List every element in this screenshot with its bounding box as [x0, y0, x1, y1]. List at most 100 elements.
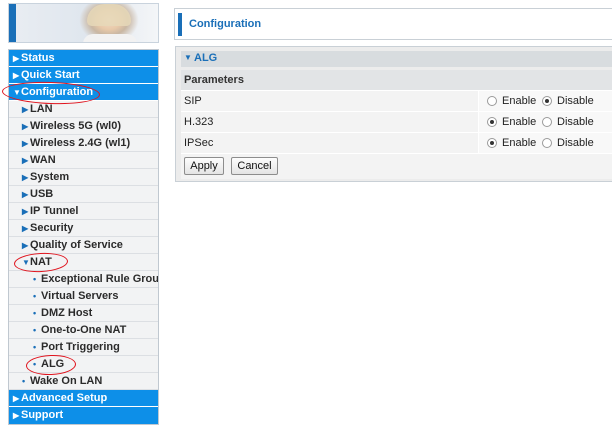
ipsec-enable-radio[interactable] — [487, 138, 497, 148]
sidebar-item-label: Status — [21, 52, 55, 64]
sidebar-item-wake-on-lan[interactable]: • Wake On LAN — [9, 373, 158, 390]
sip-disable-radio[interactable] — [542, 96, 552, 106]
sidebar-item-label: USB — [30, 188, 54, 200]
caret-right-icon: ▶ — [22, 190, 29, 199]
sidebar-item-wan[interactable]: ▶ WAN — [9, 152, 158, 169]
sidebar-item-label: Support — [21, 409, 64, 421]
sidebar-item-system[interactable]: ▶ System — [9, 169, 158, 186]
caret-right-icon: ▶ — [13, 394, 20, 403]
banner-photo-hair — [87, 4, 131, 26]
ipsec-disable-radio[interactable] — [542, 138, 552, 148]
sidebar-item-port-triggering[interactable]: • Port Triggering — [9, 339, 158, 356]
radio-label-disable: Disable — [557, 137, 594, 149]
sidebar-item-wireless-5g[interactable]: ▶ Wireless 5G (wl0) — [9, 118, 158, 135]
row-label: SIP — [184, 95, 202, 107]
sidebar-menu: ▶ Status ▶ Quick Start ▼Configuration ▶ LAN… — [8, 49, 159, 425]
sidebar-item-label: Quick Start — [21, 69, 80, 81]
sidebar-item-label: Virtual Servers — [41, 290, 119, 302]
alg-panel: ▼ ALG Parameters SIP Enable Disable H.32… — [175, 46, 612, 182]
radio-group-h323: Enable Disable — [478, 112, 612, 132]
radio-label-disable: Disable — [557, 95, 594, 107]
sidebar-item-label: System — [30, 171, 70, 183]
sidebar-item-advanced-setup[interactable]: ▶ Advanced Setup — [9, 390, 158, 407]
table-row-h323: H.323 Enable Disable — [181, 112, 612, 133]
caret-right-icon: ▶ — [22, 173, 29, 182]
brand-banner — [8, 3, 159, 43]
title-accent-bar — [178, 13, 182, 36]
banner-photo-shirt — [83, 34, 137, 42]
sidebar-item-wireless-24g[interactable]: ▶ Wireless 2.4G (wl1) — [9, 135, 158, 152]
radio-label-enable: Enable — [502, 116, 537, 128]
sidebar-item-label: Security — [30, 222, 74, 234]
sidebar-item-label: WAN — [30, 154, 56, 166]
caret-down-icon: ▼ — [13, 88, 21, 97]
caret-right-icon: ▶ — [22, 156, 29, 165]
bullet-icon: • — [33, 291, 37, 301]
bullet-icon: • — [22, 376, 26, 386]
bullet-icon: • — [33, 325, 37, 335]
radio-group-sip: Enable Disable — [478, 91, 612, 111]
sidebar-item-usb[interactable]: ▶ USB — [9, 186, 158, 203]
sidebar-item-label: Port Triggering — [41, 341, 120, 353]
caret-right-icon: ▶ — [22, 224, 29, 233]
h323-disable-radio[interactable] — [542, 117, 552, 127]
table-header-row: Parameters — [181, 70, 612, 91]
sidebar-item-label: DMZ Host — [41, 307, 93, 319]
bullet-icon: • — [33, 308, 37, 318]
h323-enable-radio[interactable] — [487, 117, 497, 127]
alg-table: Parameters SIP Enable Disable H.323 Enab… — [181, 70, 612, 154]
sidebar-item-lan[interactable]: ▶ LAN — [9, 101, 158, 118]
sidebar-item-support[interactable]: ▶ Support — [9, 407, 158, 424]
sidebar-item-virtual-servers[interactable]: • Virtual Servers — [9, 288, 158, 305]
bullet-icon: • — [33, 274, 37, 284]
caret-right-icon: ▶ — [22, 139, 29, 148]
alg-section-header[interactable]: ▼ ALG — [181, 51, 612, 67]
caret-right-icon: ▶ — [22, 105, 29, 114]
bullet-icon: • — [33, 359, 37, 369]
caret-right-icon: ▶ — [22, 207, 29, 216]
sidebar-item-label: NAT — [30, 256, 52, 268]
sidebar-item-one-to-one-nat[interactable]: • One-to-One NAT — [9, 322, 158, 339]
sidebar-item-label: ALG — [41, 358, 65, 370]
sip-enable-radio[interactable] — [487, 96, 497, 106]
button-row: Apply Cancel — [181, 154, 612, 179]
radio-group-ipsec: Enable Disable — [478, 133, 612, 153]
sidebar-item-label: Wireless 5G (wl0) — [30, 120, 121, 132]
sidebar-item-label: Advanced Setup — [21, 392, 108, 404]
caret-right-icon: ▶ — [22, 122, 29, 131]
row-label: IPSec — [184, 137, 214, 149]
bullet-icon: • — [33, 342, 37, 352]
radio-label-enable: Enable — [502, 137, 537, 149]
sidebar-item-exceptional-rule-group[interactable]: • Exceptional Rule Group — [9, 271, 158, 288]
page-title: Configuration — [189, 18, 262, 30]
caret-down-icon: ▼ — [22, 258, 30, 267]
sidebar-item-status[interactable]: ▶ Status — [9, 50, 158, 67]
sidebar-item-label: One-to-One NAT — [41, 324, 127, 336]
sidebar-item-label: Wake On LAN — [30, 375, 103, 387]
radio-label-disable: Disable — [557, 116, 594, 128]
caret-right-icon: ▶ — [13, 411, 20, 420]
sidebar-item-configuration[interactable]: ▼Configuration — [9, 84, 158, 101]
sidebar-item-label: IP Tunnel — [30, 205, 79, 217]
sidebar-item-ip-tunnel[interactable]: ▶ IP Tunnel — [9, 203, 158, 220]
sidebar-item-dmz-host[interactable]: • DMZ Host — [9, 305, 158, 322]
caret-right-icon: ▶ — [13, 54, 20, 63]
row-label: H.323 — [184, 116, 214, 128]
sidebar-item-alg[interactable]: • ALG — [9, 356, 158, 373]
table-row-sip: SIP Enable Disable — [181, 91, 612, 112]
sidebar-item-label: Wireless 2.4G (wl1) — [30, 137, 131, 149]
page-title-box: Configuration — [174, 8, 612, 40]
sidebar-item-quality-of-service[interactable]: ▶ Quality of Service — [9, 237, 158, 254]
caret-right-icon: ▶ — [13, 71, 20, 80]
table-header-parameters: Parameters — [184, 74, 244, 86]
caret-down-icon: ▼ — [184, 53, 192, 62]
table-row-ipsec: IPSec Enable Disable — [181, 133, 612, 154]
banner-accent-bar — [9, 4, 16, 42]
sidebar-item-label: LAN — [30, 103, 53, 115]
sidebar-item-nat[interactable]: ▼NAT — [9, 254, 158, 271]
apply-button[interactable]: Apply — [184, 157, 224, 175]
cancel-button[interactable]: Cancel — [231, 157, 278, 175]
sidebar-item-label: Quality of Service — [30, 239, 123, 251]
sidebar-item-security[interactable]: ▶ Security — [9, 220, 158, 237]
sidebar-item-quick-start[interactable]: ▶ Quick Start — [9, 67, 158, 84]
